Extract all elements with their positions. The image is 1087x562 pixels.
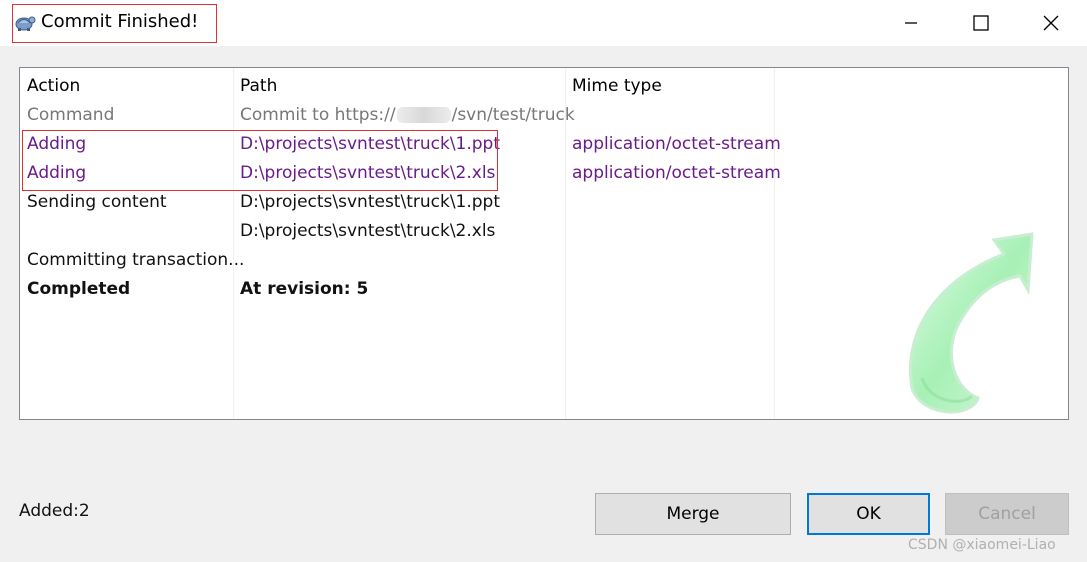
close-icon [1043,15,1059,31]
row-path: D:\projects\svntest\truck\1.ppt [240,192,501,212]
commit-results-list[interactable]: Action Path Mime type Command Commit to … [19,67,1069,420]
adding-highlight-box [22,130,498,191]
minimize-icon [905,22,917,24]
column-separator [774,68,775,419]
watermark: CSDN @xiaomei-Liao [908,537,1056,553]
redacted-host [396,107,451,123]
row-action: Completed [27,279,131,299]
added-count-status: Added:2 [19,501,90,521]
maximize-button[interactable] [946,0,1016,46]
tortoise-app-icon [14,12,36,32]
cancel-button[interactable]: Cancel [945,493,1069,535]
row-mime: application/octet-stream [572,134,781,154]
merge-button[interactable]: Merge [595,493,791,535]
row-action: Sending content [27,192,167,212]
column-header-action[interactable]: Action [27,75,80,97]
row-action: Committing transaction... [27,250,245,270]
column-header-mime-type[interactable]: Mime type [572,75,662,97]
ok-button[interactable]: OK [807,493,930,535]
maximize-icon [973,15,989,31]
row-action: Command [27,105,115,125]
title-bar: Commit Finished! [0,0,1087,46]
row-path: D:\projects\svntest\truck\2.xls [240,221,496,241]
column-separator [233,68,234,419]
column-header-path[interactable]: Path [240,75,277,97]
close-button[interactable] [1016,0,1086,46]
row-mime: application/octet-stream [572,163,781,183]
row-path: Commit to https:///svn/test/truck [240,105,575,125]
commit-success-arrow-icon [909,232,1034,414]
minimize-button[interactable] [876,0,946,46]
window-title: Commit Finished! [41,11,199,32]
row-path: At revision: 5 [240,279,369,299]
